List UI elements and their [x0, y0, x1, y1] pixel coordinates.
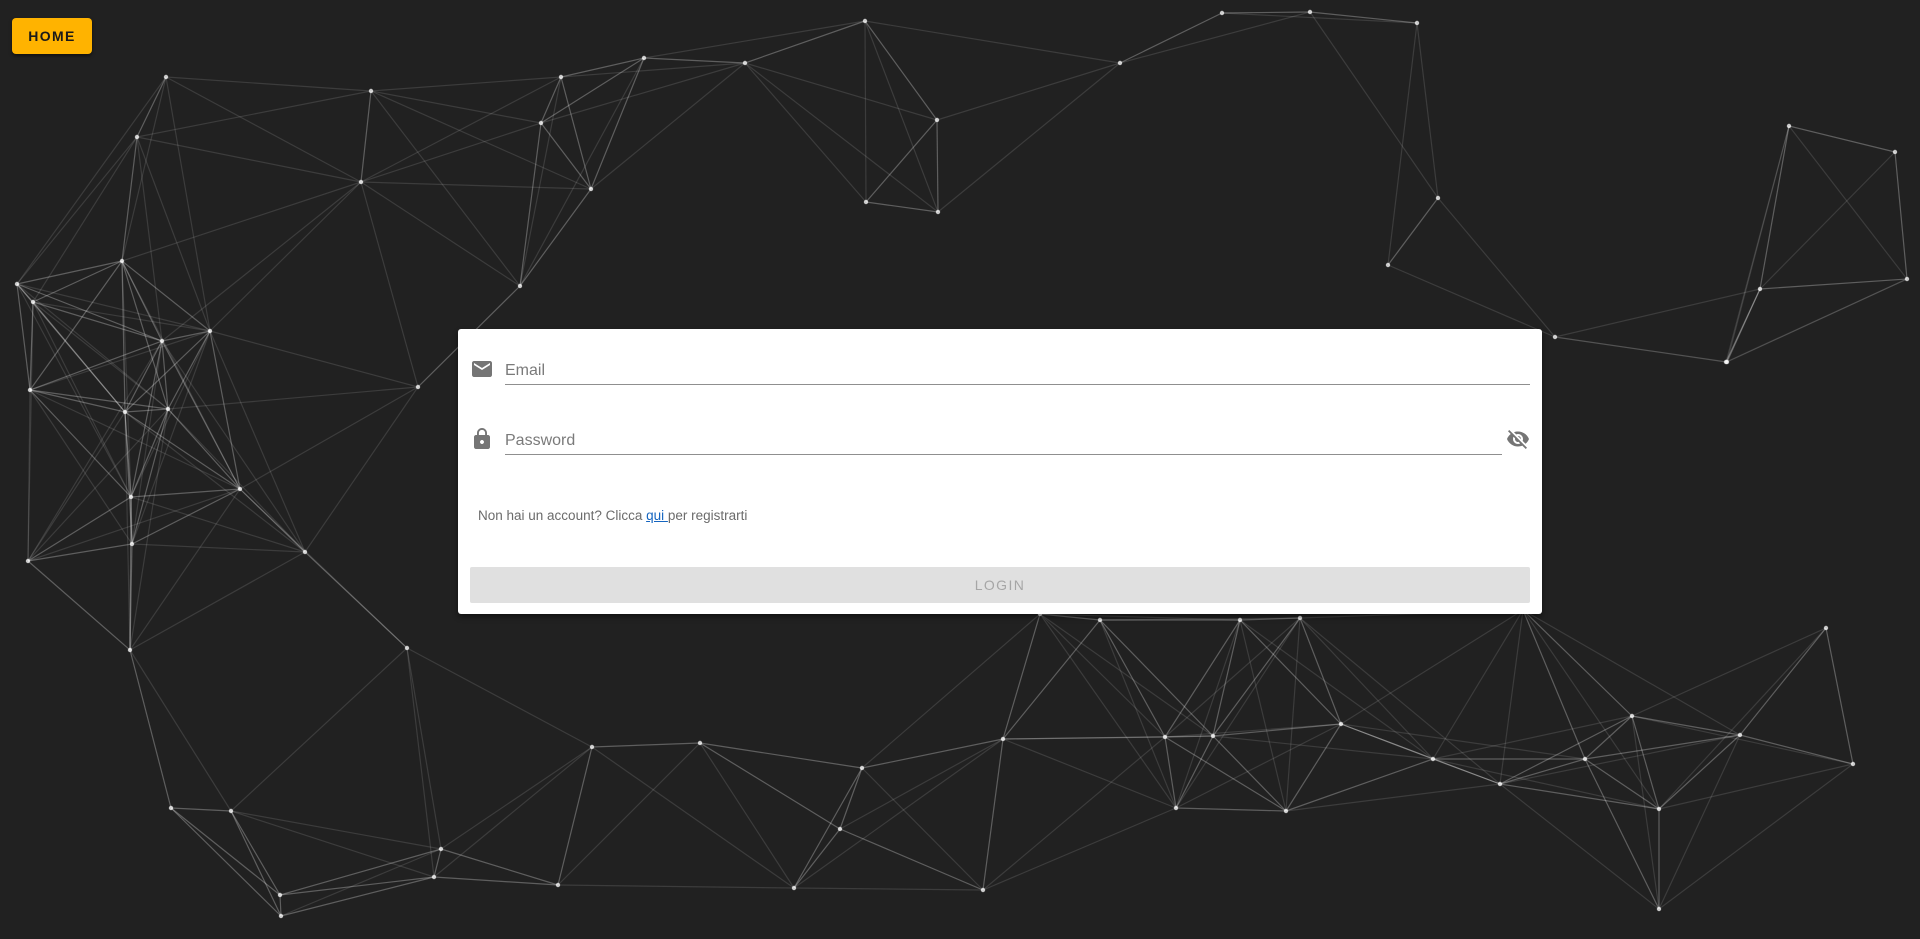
signup-suffix: per registrarti: [667, 508, 748, 523]
signup-prompt: Non hai un account? Clicca qui per regis…: [478, 508, 747, 523]
signup-prefix: Non hai un account? Clicca: [478, 508, 647, 523]
login-card: Non hai un account? Clicca qui per regis…: [458, 329, 1542, 614]
password-field-row: [470, 424, 1530, 456]
login-button[interactable]: LOGIN: [470, 567, 1530, 603]
visibility-off-icon[interactable]: [1506, 427, 1530, 451]
email-icon: [470, 357, 494, 381]
password-input[interactable]: [505, 424, 1502, 455]
email-field-row: [470, 354, 1530, 386]
signup-link[interactable]: qui: [646, 508, 668, 523]
lock-icon: [470, 427, 494, 451]
email-input[interactable]: [505, 354, 1530, 385]
home-button[interactable]: HOME: [12, 18, 92, 54]
